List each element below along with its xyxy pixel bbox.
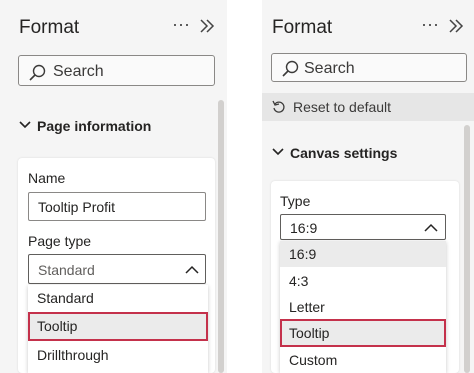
scrollbar[interactable]	[218, 100, 224, 373]
section-label: Page information	[37, 118, 152, 134]
option-standard[interactable]: Standard	[28, 285, 208, 312]
type-select[interactable]: 16:9	[280, 214, 446, 240]
option-tooltip[interactable]: Tooltip	[28, 312, 208, 341]
name-label: Name	[28, 170, 66, 186]
page-type-label: Page type	[28, 233, 92, 249]
chevron-up-icon	[424, 223, 438, 232]
scrollbar[interactable]	[464, 125, 470, 373]
section-canvas-settings[interactable]: Canvas settings	[272, 145, 452, 163]
type-dropdown: 16:9 4:3 Letter Tooltip Custom	[280, 241, 446, 373]
chevron-down-icon	[19, 121, 31, 129]
more-options-icon[interactable]: ···	[172, 14, 190, 35]
reset-label: Reset to default	[293, 99, 392, 115]
option-tooltip[interactable]: Tooltip	[280, 319, 446, 347]
collapse-pane-icon[interactable]	[199, 19, 215, 38]
search-input[interactable]: Search	[18, 55, 215, 86]
chevron-up-icon	[185, 265, 199, 274]
reset-icon	[272, 100, 285, 113]
section-page-information[interactable]: Page information	[19, 118, 209, 136]
page-type-value: Standard	[38, 262, 95, 278]
option-letter[interactable]: Letter	[280, 293, 446, 319]
pane-title: Format	[272, 17, 333, 38]
page-type-select[interactable]: Standard	[28, 254, 206, 284]
reset-to-default[interactable]: Reset to default	[262, 93, 474, 121]
option-custom[interactable]: Custom	[280, 348, 446, 373]
search-placeholder: Search	[53, 63, 104, 80]
option-4-3[interactable]: 4:3	[280, 267, 446, 293]
search-icon	[282, 60, 299, 77]
format-pane-right: Format ··· Search Reset to default Canva…	[262, 0, 474, 373]
format-pane-left: Format ··· Search Page information Name …	[0, 0, 227, 373]
more-options-icon[interactable]: ···	[421, 14, 439, 35]
pane-title: Format	[19, 17, 80, 38]
collapse-pane-icon[interactable]	[448, 19, 464, 38]
option-16-9[interactable]: 16:9	[280, 241, 446, 267]
name-field[interactable]: Tooltip Profit	[28, 192, 206, 221]
search-input[interactable]: Search	[271, 53, 467, 82]
option-drillthrough[interactable]: Drillthrough	[28, 343, 208, 370]
type-label: Type	[280, 193, 311, 209]
type-value: 16:9	[290, 220, 318, 236]
chevron-down-icon	[272, 148, 284, 156]
page-type-dropdown: Standard Tooltip Drillthrough	[28, 285, 208, 373]
section-label: Canvas settings	[290, 145, 398, 161]
name-value: Tooltip Profit	[38, 199, 116, 215]
search-placeholder: Search	[304, 60, 355, 77]
search-icon	[29, 64, 46, 81]
